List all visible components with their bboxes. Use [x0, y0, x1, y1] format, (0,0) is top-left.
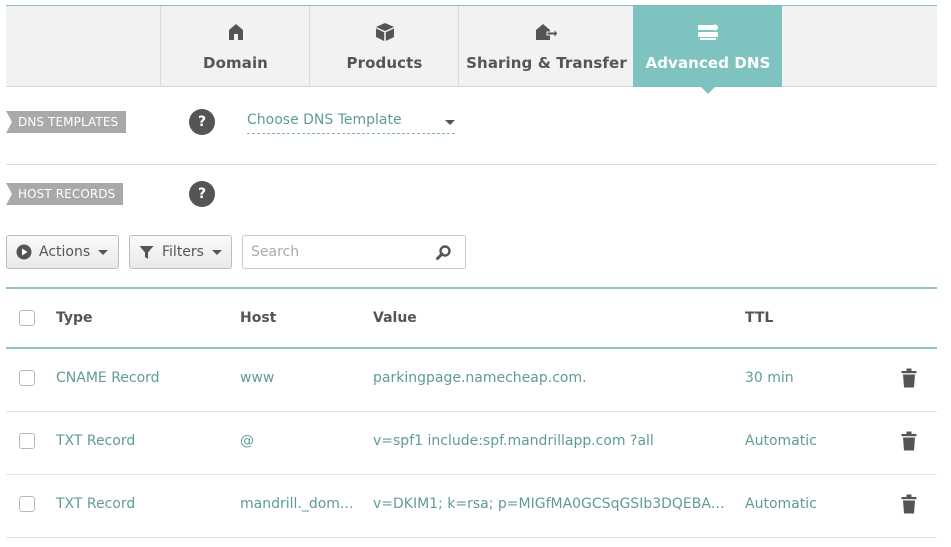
table-row[interactable]: CNAME Record www parkingpage.namecheap.c… — [6, 349, 937, 412]
filters-label: Filters — [162, 244, 204, 260]
column-header-type[interactable]: Type — [56, 310, 93, 326]
caret-down-icon — [211, 249, 222, 255]
record-host[interactable]: mandrill._dom... — [240, 495, 356, 513]
tab-label: Sharing & Transfer — [466, 54, 627, 72]
records-table-header: Type Host Value TTL — [6, 287, 937, 349]
record-host[interactable]: @ — [240, 432, 360, 450]
top-tab-bar: Domain Products Sharing & Transfer Advan… — [6, 5, 937, 94]
record-host[interactable]: www — [240, 369, 360, 387]
record-value[interactable]: parkingpage.namecheap.com. — [373, 369, 723, 387]
tab-advanced-dns[interactable]: Advanced DNS — [633, 6, 782, 94]
filter-icon — [139, 245, 154, 260]
search-icon[interactable] — [436, 245, 451, 264]
help-icon: ? — [197, 114, 207, 130]
record-value[interactable]: v=DKIM1; k=rsa; p=MIGfMA0GCSqGSIb3DQEBAQ… — [373, 495, 733, 513]
tab-sharing-transfer[interactable]: Sharing & Transfer — [458, 6, 634, 87]
caret-down-icon — [445, 120, 455, 125]
column-header-ttl[interactable]: TTL — [745, 310, 773, 326]
table-row[interactable]: TXT Record mandrill._dom... v=DKIM1; k=r… — [6, 475, 937, 538]
record-type[interactable]: TXT Record — [56, 432, 226, 450]
filters-button[interactable]: Filters — [129, 235, 232, 269]
dns-templates-label: DNS TEMPLATES — [6, 111, 127, 133]
dns-template-select-value: Choose DNS Template — [247, 112, 402, 128]
column-header-value[interactable]: Value — [373, 310, 417, 326]
row-checkbox[interactable] — [19, 496, 35, 512]
box-icon — [375, 22, 395, 42]
record-ttl[interactable]: Automatic — [745, 495, 865, 513]
dns-template-select[interactable]: Choose DNS Template — [247, 112, 455, 134]
trash-icon[interactable] — [901, 494, 917, 518]
home-icon — [228, 22, 244, 42]
record-value[interactable]: v=spf1 include:spf.mandrillapp.com ?all — [373, 432, 723, 450]
actions-button[interactable]: Actions — [6, 235, 119, 269]
tab-label: Advanced DNS — [645, 54, 771, 72]
section-divider — [6, 164, 937, 165]
record-type[interactable]: TXT Record — [56, 495, 226, 513]
host-records-help-button[interactable]: ? — [189, 181, 215, 207]
search-box — [242, 235, 466, 269]
tab-products[interactable]: Products — [309, 6, 459, 87]
record-ttl[interactable]: 30 min — [745, 369, 865, 387]
table-row[interactable]: TXT Record @ v=spf1 include:spf.mandrill… — [6, 412, 937, 475]
column-header-host[interactable]: Host — [240, 310, 276, 326]
play-circle-icon — [16, 244, 32, 260]
select-all-checkbox[interactable] — [19, 310, 35, 326]
record-ttl[interactable]: Automatic — [745, 432, 865, 450]
caret-down-icon — [98, 249, 109, 255]
dns-server-icon — [696, 22, 720, 42]
dns-templates-help-button[interactable]: ? — [189, 109, 215, 135]
row-checkbox[interactable] — [19, 433, 35, 449]
trash-icon[interactable] — [901, 368, 917, 392]
help-icon: ? — [197, 186, 207, 202]
tab-label: Domain — [203, 54, 268, 72]
transfer-icon — [535, 22, 559, 42]
host-records-label: HOST RECORDS — [6, 183, 124, 205]
record-type[interactable]: CNAME Record — [56, 369, 226, 387]
tab-domain[interactable]: Domain — [160, 6, 310, 87]
row-checkbox[interactable] — [19, 370, 35, 386]
search-input[interactable] — [251, 243, 431, 261]
trash-icon[interactable] — [901, 431, 917, 455]
tab-label: Products — [346, 54, 423, 72]
actions-label: Actions — [39, 244, 91, 260]
